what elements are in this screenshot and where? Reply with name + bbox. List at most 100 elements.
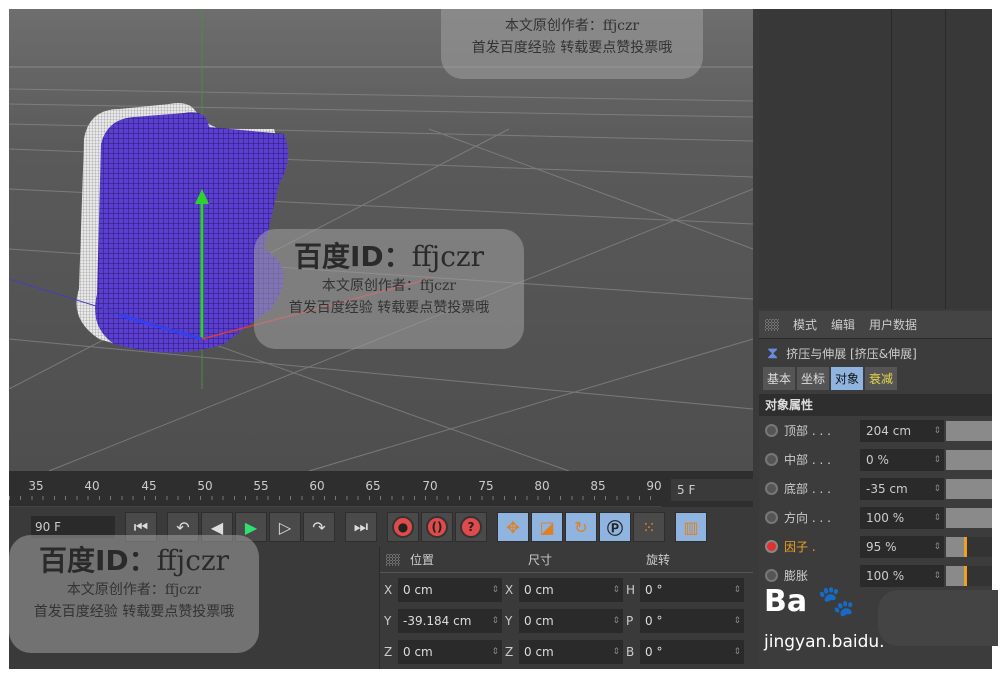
tick-label: 85 [590,479,606,493]
param-label: 顶部 . . . [784,424,831,438]
param-slider[interactable] [946,449,992,470]
position-header: 位置 [410,553,435,567]
timeline-ruler[interactable]: 35 40 45 50 55 60 65 70 75 80 85 90 [9,471,662,507]
attribute-tabs: 基本 坐标 对象 衰减 [759,367,992,390]
rotation-p-input[interactable]: 0 ° [640,608,744,633]
axis-label: Z [505,644,514,659]
current-frame-field[interactable]: 5 F [671,479,753,501]
param-slider[interactable] [946,420,992,441]
watermark-notice: 首发百度经验 转载要点赞投票哦 [33,604,235,620]
param-row-middle: 中部 . . . 0 % [759,445,992,474]
param-input[interactable]: 95 % [860,535,944,558]
tick-label: 35 [28,479,44,493]
squash-deformer-icon: ⧗ [767,343,779,362]
coord-row-x: X0 cmX0 cmH0 ° [380,575,753,604]
param-input[interactable]: 0 % [860,448,944,471]
watermark-author: 本文原创作者：ffjczr [66,582,202,598]
param-input[interactable]: 100 % [860,506,944,529]
param-label: 中部 . . . [784,453,831,467]
position-y-input[interactable]: -39.184 cm [398,608,502,633]
keyframe-selection-button[interactable]: ? [455,512,487,542]
3d-viewport[interactable]: 百度ID：ffjczr 本文原创作者：ffjczr 首发百度经验 转载要点赞投票… [9,9,753,471]
watermark-notice: 首发百度经验 转载要点赞投票哦 [288,300,490,316]
param-row-direction: 方向 . . . 100 % [759,503,992,532]
logo-text: Ba 🐾 [764,584,855,619]
axis-label: Y [384,613,392,628]
go-to-end-button[interactable]: ⏭ [345,512,377,542]
size-z-input[interactable]: 0 cm [519,639,623,664]
rotation-h-input[interactable]: 0 ° [640,577,744,602]
param-label: 因子 . [784,540,816,554]
grip-icon [765,318,779,331]
tick-label: 60 [309,479,325,493]
tick-label: 70 [422,479,438,493]
material-manager[interactable]: 百度ID：ffjczr 本文原创作者：ffjczr 首发百度经验 转载要点赞投票… [9,535,379,669]
size-x-input[interactable]: 0 cm [519,577,623,602]
menu-mode[interactable]: 模式 [793,316,817,333]
param-input[interactable]: 204 cm [860,419,944,442]
keyframe-radio[interactable] [765,540,778,553]
object-title: 挤压与伸展 [挤压&伸展] [786,346,917,361]
rotation-key-icon[interactable]: ↻ [565,512,597,542]
tab-object[interactable]: 对象 [831,367,864,390]
next-frame-button[interactable]: ▷ [269,512,301,542]
film-icon[interactable]: ▥ [675,512,707,542]
param-row-factor: 因子 . 95 % [759,532,992,561]
keyframe-radio[interactable] [765,482,778,495]
watermark-id: ffjczr [156,544,230,577]
object-manager[interactable] [759,9,992,309]
axis-label: B [626,644,635,659]
size-header: 尺寸 [528,553,553,567]
axis-label: H [626,582,636,597]
param-label: 底部 . . . [784,482,831,496]
tab-falloff[interactable]: 衰减 [865,367,898,390]
grip-icon [386,553,400,566]
axis-label: Z [384,644,393,659]
tab-coord[interactable]: 坐标 [797,367,830,390]
timeline[interactable]: 35 40 45 50 55 60 65 70 75 80 85 90 5 F [9,471,753,507]
param-slider[interactable] [946,507,992,528]
next-key-button[interactable]: ↷ [303,512,335,542]
position-z-input[interactable]: 0 cm [398,639,502,664]
keyframe-radio[interactable] [765,511,778,524]
cinema4d-window: 百度ID：ffjczr 本文原创作者：ffjczr 首发百度经验 转载要点赞投票… [9,9,992,669]
tab-basic[interactable]: 基本 [763,367,796,390]
tick-label: 80 [534,479,550,493]
size-y-input[interactable]: 0 cm [519,608,623,633]
rotation-b-input[interactable]: 0 ° [640,639,744,664]
tick-label: 65 [365,479,381,493]
watermark-id-label: 百度ID： [38,544,157,577]
attribute-menu: 模式 编辑 用户数据 [759,311,992,339]
tick-label: 50 [197,479,213,493]
watermark-author: 本文原创作者：ffjczr [504,18,640,34]
position-key-icon[interactable]: ✥ [497,512,529,542]
slider-handle[interactable] [964,536,968,557]
keyframe-radio[interactable] [765,424,778,437]
menu-user-data[interactable]: 用户数据 [869,316,917,333]
tick-label: 90 [646,479,662,493]
param-input[interactable]: -35 cm [860,477,944,500]
logo-url: jingyan.baidu. [764,632,885,652]
watermark-top: 本文原创作者：ffjczr 首发百度经验 转载要点赞投票哦 [441,9,703,79]
watermark-id-label: 百度ID： [293,240,412,273]
param-label: 方向 . . . [784,511,831,525]
coord-row-z: Z0 cmZ0 cmB0 ° [380,637,753,666]
menu-edit[interactable]: 编辑 [831,316,855,333]
tick-label: 40 [84,479,100,493]
param-slider[interactable] [946,536,992,557]
watermark-id: ffjczr [411,240,485,273]
tick-label: 75 [478,479,494,493]
keyframe-radio[interactable] [765,453,778,466]
rotation-header: 旋转 [646,553,671,567]
param-slider[interactable] [946,478,992,499]
section-header: 对象属性 [759,394,992,416]
parameter-key-icon[interactable]: Ⓟ [599,512,631,542]
axis-label: P [626,613,634,628]
axis-label: X [505,582,514,597]
scale-key-icon[interactable]: ◪ [531,512,563,542]
point-level-icon[interactable]: ⁙ [633,512,665,542]
axis-label: Y [505,613,513,628]
autokey-button[interactable]: () [421,512,453,542]
record-keys-button[interactable]: ● [387,512,419,542]
position-x-input[interactable]: 0 cm [398,577,502,602]
